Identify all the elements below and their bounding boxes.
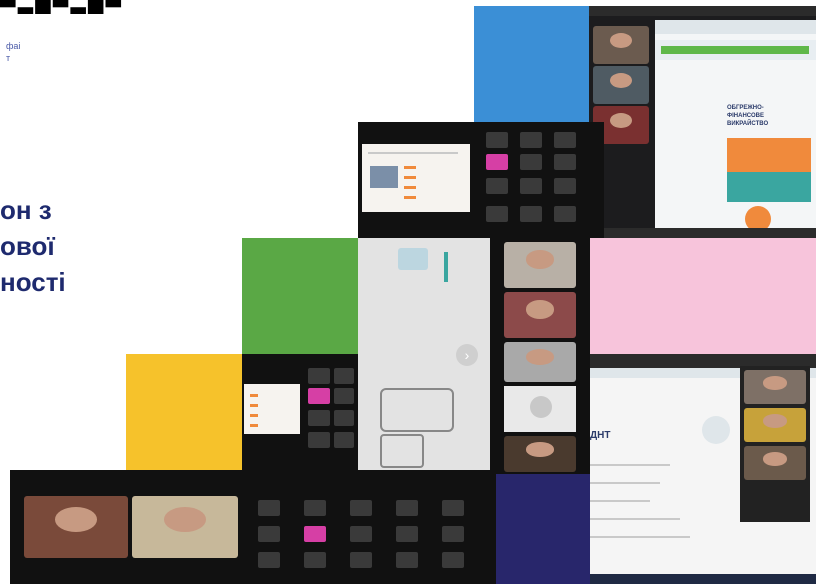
video-call-screenshot-2	[358, 122, 604, 238]
logo-text: ▀▄█▀▄█▀	[0, 0, 124, 14]
org-line-2: т	[6, 53, 11, 63]
title-line-1: он з	[0, 195, 52, 225]
navy-block	[496, 474, 590, 584]
presentation-slide: ›	[358, 238, 490, 474]
page-title: он з ової ності	[0, 192, 66, 300]
video-call-screenshot-3	[490, 238, 590, 474]
blue-block	[474, 6, 589, 122]
video-call-screenshot-7	[242, 470, 496, 584]
video-call-screenshot-6	[10, 470, 242, 584]
video-call-screenshot-1: ОБГРЕЖНО- ФІНАНСОВЕ ВИКРАЙСТВО	[589, 6, 816, 238]
slide-heading-a: ОБГРЕЖНО- ФІНАНСОВЕ ВИКРАЙСТВО	[727, 105, 769, 127]
org-line-1: фаі	[6, 41, 21, 51]
slide-heading-b: ДНТ	[590, 430, 611, 441]
video-call-screenshot-4: ДНТ	[590, 354, 816, 584]
pink-block	[590, 238, 816, 354]
org-name: фаі т	[6, 40, 20, 64]
chevron-right-icon[interactable]: ›	[456, 344, 478, 366]
yellow-block	[126, 354, 242, 470]
logo: ▀▄█▀▄█▀	[0, 0, 165, 14]
title-line-2: ової	[0, 231, 55, 261]
title-line-3: ності	[0, 267, 66, 297]
video-call-screenshot-5	[242, 354, 358, 470]
green-block	[242, 238, 358, 354]
